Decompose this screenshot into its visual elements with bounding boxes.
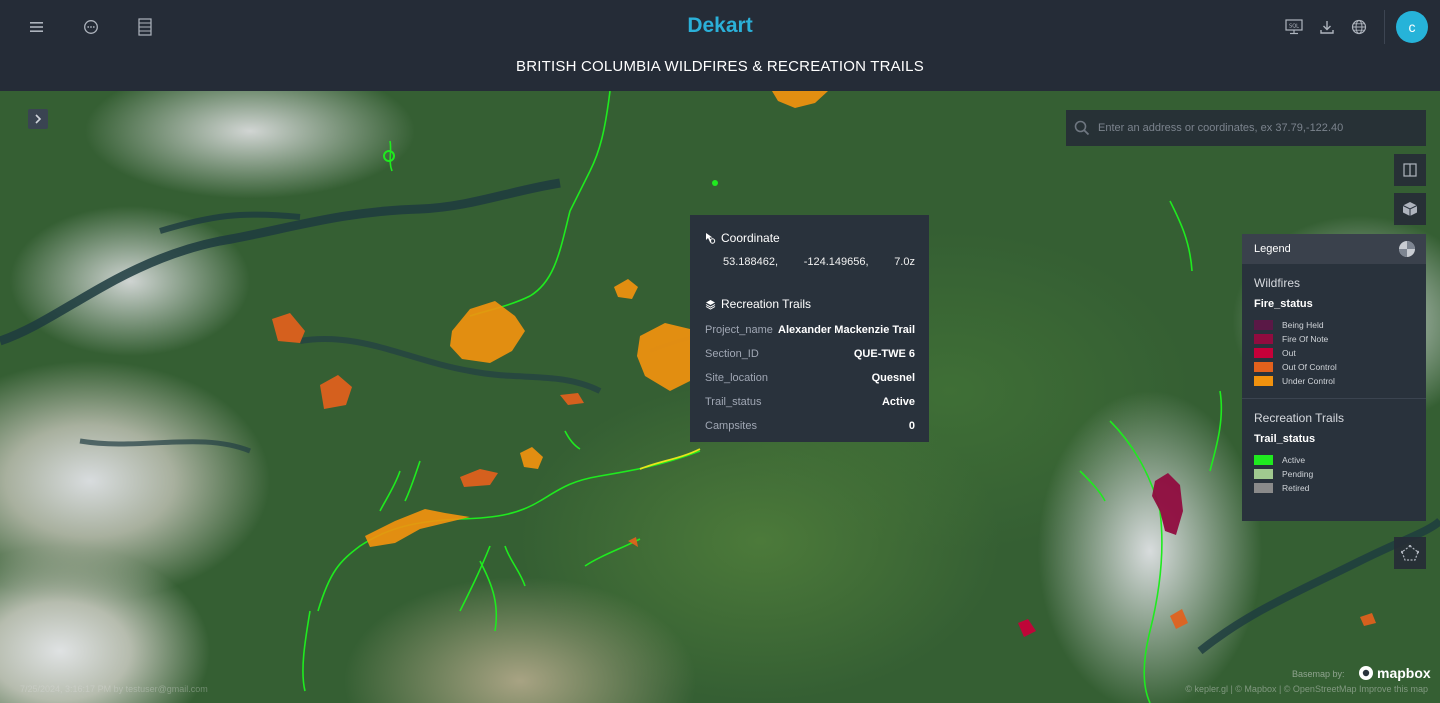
tooltip-value: QUE-TWE 6 xyxy=(853,348,915,360)
tooltip-row: Trail_status Active xyxy=(705,396,915,420)
report-author-info: 7/25/2024, 3:16:17 PM by testuser@gmail.… xyxy=(20,684,208,694)
legend-item-label: Pending xyxy=(1282,469,1314,479)
tooltip-value: 0 xyxy=(908,420,915,432)
legend-toggle-icon[interactable] xyxy=(1398,240,1416,258)
tooltip-value: Quesnel xyxy=(871,372,915,384)
tooltip-key: Site_location xyxy=(705,372,768,384)
map-tooltip: Coordinate 53.188462, -124.149656, 7.0z … xyxy=(690,215,929,442)
sidebar-toggle-button[interactable] xyxy=(28,109,48,129)
avatar[interactable]: c xyxy=(1396,11,1428,43)
mapbox-label: mapbox xyxy=(1377,665,1431,681)
legend-item: Pending xyxy=(1254,467,1414,481)
legend-swatch xyxy=(1254,348,1273,358)
legend-section-trails: Recreation Trails Trail_status Active Pe… xyxy=(1242,399,1426,495)
tooltip-coordinate-title: Coordinate xyxy=(721,231,780,245)
legend-item-label: Out Of Control xyxy=(1282,362,1337,372)
grid-icon[interactable] xyxy=(132,14,158,40)
coordinate-values: 53.188462, -124.149656, 7.0z xyxy=(705,247,915,281)
top-navbar: Dekart SQL c xyxy=(0,0,1440,54)
tooltip-key: Section_ID xyxy=(705,348,759,360)
legend-item: Being Held xyxy=(1254,318,1414,332)
draw-polygon-button[interactable] xyxy=(1394,537,1426,569)
tooltip-key: Project_name xyxy=(705,324,773,336)
legend-swatch xyxy=(1254,334,1273,344)
legend-swatch xyxy=(1254,376,1273,386)
search-icon xyxy=(1074,120,1090,136)
tooltip-layer-title: Recreation Trails xyxy=(721,297,812,311)
legend-swatch xyxy=(1254,362,1273,372)
legend-item: Retired xyxy=(1254,481,1414,495)
draw-polygon-icon xyxy=(1401,545,1419,561)
legend-swatch xyxy=(1254,320,1273,330)
legend-item: Out Of Control xyxy=(1254,360,1414,374)
layers-icon xyxy=(705,299,716,310)
tooltip-key: Campsites xyxy=(705,420,757,432)
menu-icon[interactable] xyxy=(24,14,50,40)
report-title[interactable]: BRITISH COLUMBIA WILDFIRES & RECREATION … xyxy=(0,54,1440,80)
tooltip-row: Project_name Alexander Mackenzie Trail xyxy=(705,324,915,348)
tooltip-coordinate-header: Coordinate xyxy=(705,229,915,247)
legend-layer-name: Recreation Trails xyxy=(1254,411,1345,425)
legend-item-label: Under Control xyxy=(1282,376,1335,386)
legend-field-name: Trail_status xyxy=(1254,433,1316,445)
mapbox-icon xyxy=(1359,666,1373,680)
legend-item-label: Fire Of Note xyxy=(1282,334,1329,344)
tooltip-key: Trail_status xyxy=(705,396,762,408)
legend-item: Out xyxy=(1254,346,1414,360)
tooltip-fields: Project_name Alexander Mackenzie Trail Se… xyxy=(705,324,915,444)
svg-text:SQL: SQL xyxy=(1289,24,1299,30)
legend-header[interactable]: Legend xyxy=(1242,234,1426,264)
chat-icon[interactable] xyxy=(78,14,104,40)
app-logo[interactable]: Dekart xyxy=(687,14,752,37)
3d-icon xyxy=(1402,202,1418,216)
globe-icon[interactable] xyxy=(1346,14,1372,40)
dekart-app: Dekart SQL c BRITISH COLUMBIA WILDFIRES … xyxy=(0,0,1440,703)
basemap-label: Basemap by: xyxy=(1292,669,1345,679)
coordinate-zoom: 7.0z xyxy=(894,256,915,268)
tooltip-value: Alexander Mackenzie Trail xyxy=(778,324,915,336)
legend-item-label: Retired xyxy=(1282,483,1310,493)
legend-swatch xyxy=(1254,455,1273,465)
search-input[interactable] xyxy=(1098,113,1426,143)
download-icon[interactable] xyxy=(1314,14,1340,40)
legend-item: Fire Of Note xyxy=(1254,332,1414,346)
legend-item-label: Active xyxy=(1282,455,1306,465)
map-attribution[interactable]: © kepler.gl | © Mapbox | © OpenStreetMap… xyxy=(1185,684,1428,694)
split-map-button[interactable] xyxy=(1394,154,1426,186)
map-legend: Legend Wildfires Fire_status Being Held … xyxy=(1242,234,1426,521)
legend-title: Legend xyxy=(1254,243,1291,255)
tooltip-row: Site_location Quesnel xyxy=(705,372,915,396)
legend-swatch xyxy=(1254,469,1273,479)
tooltip-row: Section_ID QUE-TWE 6 xyxy=(705,348,915,372)
sql-icon[interactable]: SQL xyxy=(1281,14,1307,40)
legend-item-label: Out xyxy=(1282,348,1296,358)
legend-field-name: Fire_status xyxy=(1254,298,1313,310)
header-divider xyxy=(1384,10,1385,44)
legend-section-wildfires: Wildfires Fire_status Being Held Fire Of… xyxy=(1242,264,1426,388)
map-canvas[interactable]: Coordinate 53.188462, -124.149656, 7.0z … xyxy=(0,91,1440,703)
geocoder-search[interactable] xyxy=(1066,110,1426,146)
legend-item-label: Being Held xyxy=(1282,320,1324,330)
split-map-icon xyxy=(1403,163,1417,177)
report-title-bar: BRITISH COLUMBIA WILDFIRES & RECREATION … xyxy=(0,54,1440,91)
tooltip-row: Campsites 0 xyxy=(705,420,915,444)
legend-item: Under Control xyxy=(1254,374,1414,388)
tooltip-layer-header: Recreation Trails xyxy=(705,295,915,313)
legend-item: Active xyxy=(1254,453,1414,467)
pin-icon xyxy=(706,233,716,244)
mapbox-logo[interactable]: mapbox xyxy=(1358,665,1431,681)
coordinate-lat: 53.188462, xyxy=(723,256,779,268)
legend-layer-name: Wildfires xyxy=(1254,276,1301,290)
legend-swatch xyxy=(1254,483,1273,493)
tooltip-value: Active xyxy=(881,396,915,408)
3d-map-button[interactable] xyxy=(1394,193,1426,225)
coordinate-lng: -124.149656, xyxy=(803,256,869,268)
